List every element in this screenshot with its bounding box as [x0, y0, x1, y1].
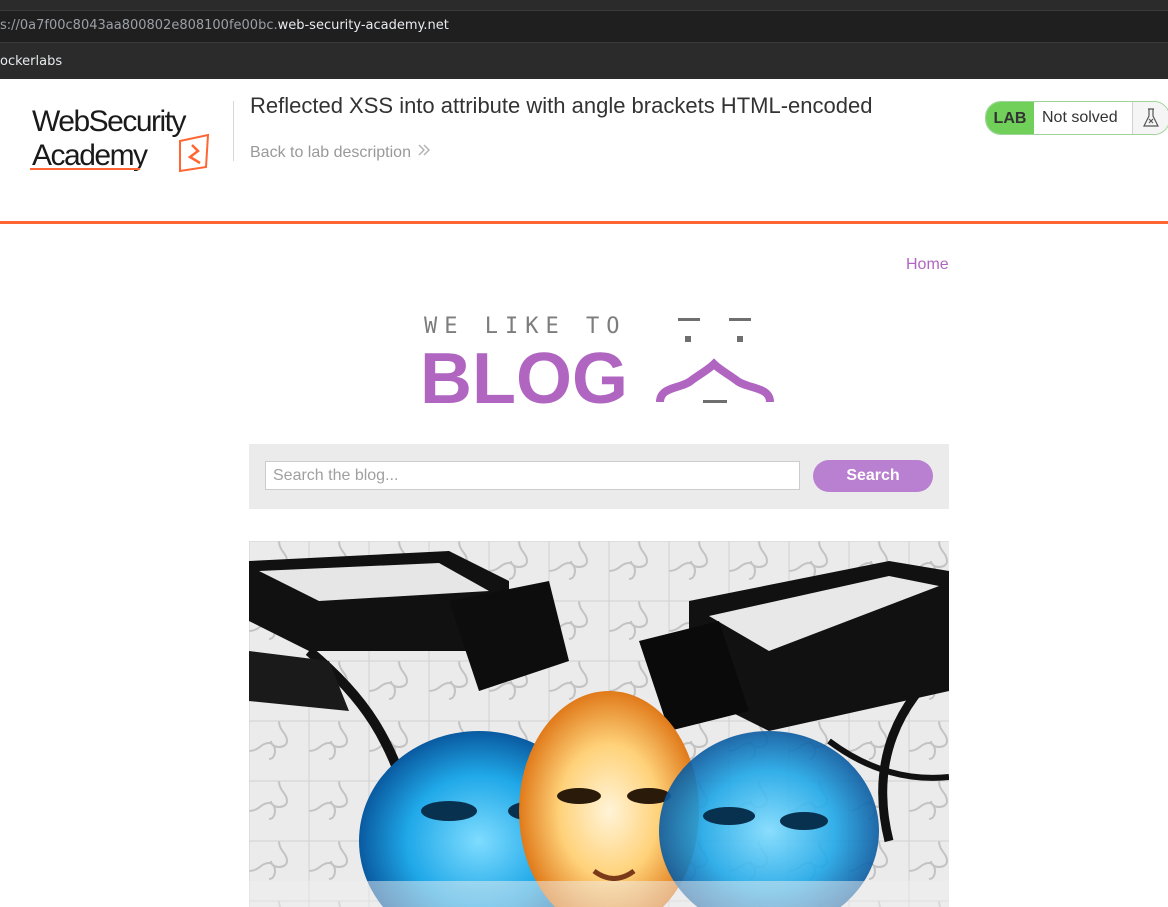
nav-home-link[interactable]: Home	[906, 256, 949, 274]
header-divider	[233, 101, 234, 161]
flask-icon	[1132, 102, 1168, 134]
bookmarks-bar: ockerlabs	[0, 43, 1168, 79]
search-button[interactable]: Search	[813, 460, 933, 492]
logo-line1: WebSecurity	[32, 105, 187, 138]
logo-bolt-mark	[187, 144, 201, 165]
lab-header: WebSecurity Academy Reflected XSS into a…	[0, 79, 1168, 224]
lab-status-widget: LAB Not solved	[985, 101, 1168, 135]
lab-status-text: Not solved	[1042, 109, 1118, 126]
url-prefix: s://0a7f00c8043aa800802e808100fe00bc.	[0, 18, 278, 33]
search-input[interactable]	[265, 461, 800, 490]
lab-title: Reflected XSS into attribute with angle …	[250, 93, 873, 118]
blog-post-image[interactable]	[249, 541, 949, 907]
browser-tab-strip	[0, 0, 1168, 11]
url-domain: web-security-academy.net	[277, 18, 449, 33]
back-link-label: Back to lab description	[250, 144, 411, 161]
bookmark-item[interactable]: ockerlabs	[0, 54, 62, 69]
url-text[interactable]: s://0a7f00c8043aa800802e808100fe00bc.web…	[0, 18, 449, 33]
we-like-to-blog-logo: WE LIKE TO BLOG	[420, 314, 774, 414]
blog-logo-word: BLOG	[420, 339, 628, 414]
lab-badge: LAB	[986, 102, 1034, 134]
logo-line2: Academy	[32, 139, 148, 172]
web-security-academy-logo[interactable]: WebSecurity Academy	[30, 101, 230, 173]
surveillance-faces-illustration	[249, 541, 949, 907]
address-bar[interactable]: s://0a7f00c8043aa800802e808100fe00bc.web…	[0, 11, 1168, 43]
back-to-lab-description-link[interactable]: Back to lab description	[250, 143, 431, 162]
search-bar: Search	[249, 444, 949, 509]
blog-logo-tagline: WE LIKE TO	[424, 314, 626, 339]
blog-logo-face-mark	[656, 318, 774, 403]
double-chevron-right-icon	[417, 143, 431, 162]
